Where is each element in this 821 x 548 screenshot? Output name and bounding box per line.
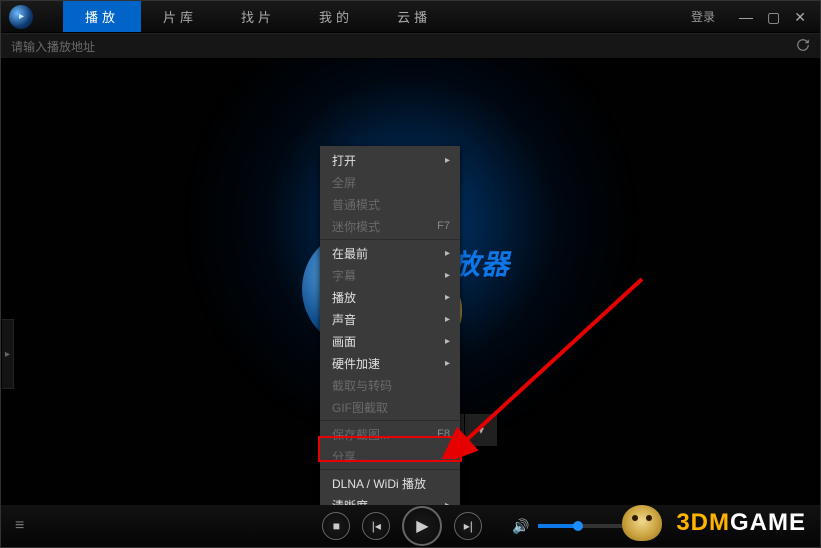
context-menu-item[interactable]: 清晰度▸: [320, 494, 460, 505]
context-menu-item[interactable]: 声音 ▸: [320, 308, 460, 330]
context-menu-item-label: 全屏: [332, 174, 356, 191]
context-menu-item[interactable]: 打开 ▸: [320, 149, 460, 171]
volume-fill: [538, 524, 579, 528]
context-menu-item: 截取与转码: [320, 374, 460, 396]
tab-cloud[interactable]: 云播: [375, 1, 453, 32]
watermark-mascot-icon: [622, 505, 662, 541]
context-menu-item-label: 字幕: [332, 267, 356, 284]
context-menu-item[interactable]: 播放 ▸: [320, 286, 460, 308]
context-menu-separator: [320, 420, 460, 421]
submenu-arrow-icon: ▸: [445, 358, 450, 369]
context-menu-item: 全屏: [320, 171, 460, 193]
playlist-toggle-icon[interactable]: ≡: [15, 517, 24, 535]
context-menu-item-label: DLNA / WiDi 播放: [332, 475, 426, 492]
context-menu-item-label: 普通模式: [332, 196, 380, 213]
context-menu-item-label: 声音: [332, 311, 356, 328]
play-button[interactable]: ▶: [402, 506, 442, 546]
player-stage[interactable]: 放器 打开文件 ▾ ▸ 打开▸全屏普通模式迷你模式F7在最前▸字幕▸播放▸声音▸…: [2, 59, 819, 505]
address-placeholder: 请输入播放地址: [11, 38, 95, 55]
maximize-button[interactable]: ▢: [767, 10, 780, 24]
context-menu-item: 分享... ▸: [320, 445, 460, 467]
submenu-arrow-icon: ▸: [445, 451, 450, 462]
volume-slider[interactable]: [538, 524, 628, 528]
minimize-button[interactable]: —: [739, 10, 753, 24]
context-menu-item: 迷你模式 F7: [320, 215, 460, 237]
context-menu: 打开 ▸ 全屏普通模式迷你模式 F7 在最前 ▸ 字幕 ▸ 播放 ▸ 声音 ▸ 画面 ▸ 硬件加速 ▸ 截取与转…: [320, 146, 460, 505]
context-menu-item: 字幕 ▸: [320, 264, 460, 286]
context-menu-item-label: GIF图截取: [332, 399, 388, 416]
tab-library[interactable]: 片库: [141, 1, 219, 32]
context-menu-item-label: 分享...: [332, 448, 366, 465]
address-bar[interactable]: 请输入播放地址: [1, 33, 820, 59]
submenu-arrow-icon: ▸: [445, 292, 450, 303]
submenu-arrow-icon: ▸: [445, 314, 450, 325]
context-menu-item-label: 播放: [332, 289, 356, 306]
tab-mine[interactable]: 我的: [297, 1, 375, 32]
app-logo: [9, 5, 33, 29]
context-menu-item[interactable]: 硬件加速 ▸: [320, 352, 460, 374]
context-menu-item[interactable]: DLNA / WiDi 播放: [320, 472, 460, 494]
submenu-arrow-icon: ▸: [445, 155, 450, 166]
main-tabs: 播放 片库 找片 我的 云播: [63, 1, 453, 32]
context-menu-item-label: 打开: [332, 152, 356, 169]
tab-find[interactable]: 找片: [219, 1, 297, 32]
context-menu-item-label: 硬件加速: [332, 355, 380, 372]
window-controls: 登录 — ▢ ✕: [677, 8, 820, 25]
submenu-arrow-icon: ▸: [445, 248, 450, 259]
context-menu-shortcut: F8: [437, 428, 450, 440]
context-menu-item: 普通模式: [320, 193, 460, 215]
context-menu-item[interactable]: 画面 ▸: [320, 330, 460, 352]
submenu-arrow-icon: ▸: [445, 270, 450, 281]
context-menu-separator: [320, 239, 460, 240]
context-menu-item: 保存截图... F8: [320, 423, 460, 445]
context-menu-item-label: 截取与转码: [332, 377, 392, 394]
title-bar: 播放 片库 找片 我的 云播 登录 — ▢ ✕: [1, 1, 820, 33]
volume-icon[interactable]: 🔊: [512, 518, 529, 535]
context-menu-item-label: 画面: [332, 333, 356, 350]
refresh-icon[interactable]: [796, 38, 810, 55]
context-menu-shortcut: F7: [437, 220, 450, 232]
watermark-text: 3DMGAME: [676, 509, 806, 537]
context-menu-separator: [320, 469, 460, 470]
stop-button[interactable]: ■: [322, 512, 350, 540]
side-expand-handle[interactable]: ▸: [2, 319, 14, 389]
context-menu-item-label: 保存截图...: [332, 426, 390, 443]
context-menu-item-label: 在最前: [332, 245, 368, 262]
login-link[interactable]: 登录: [691, 8, 715, 25]
context-menu-item: GIF图截取: [320, 396, 460, 418]
context-menu-item-label: 清晰度: [332, 497, 368, 506]
brand-text: 放器: [452, 243, 510, 283]
prev-button[interactable]: |◂: [362, 512, 390, 540]
close-button[interactable]: ✕: [794, 10, 806, 24]
volume-thumb[interactable]: [573, 521, 583, 531]
context-menu-item[interactable]: 在最前 ▸: [320, 242, 460, 264]
open-file-dropdown[interactable]: ▾: [465, 414, 497, 446]
context-menu-item-label: 迷你模式: [332, 218, 380, 235]
tab-play[interactable]: 播放: [63, 1, 141, 32]
next-button[interactable]: ▸|: [454, 512, 482, 540]
volume-control[interactable]: 🔊: [512, 518, 627, 535]
submenu-arrow-icon: ▸: [445, 336, 450, 347]
